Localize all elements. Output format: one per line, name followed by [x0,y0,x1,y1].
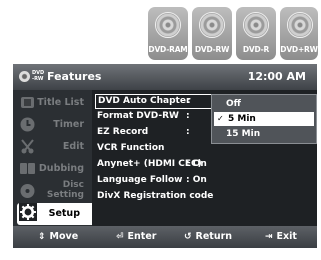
sidebar-item-label: Timer [53,119,84,130]
option-label: 5 Min [228,114,256,124]
dvd-r-badge: DVD-R [236,7,276,60]
menu-row-sep: : [186,175,190,185]
exit-icon: ⇥ [265,232,273,242]
move-hint: ⇕ Move [38,231,78,242]
sidebar-item-label: Dubbing [38,163,84,174]
sidebar-item-setup[interactable]: Setup [17,203,92,225]
menu-row-divx-registration[interactable]: DivX Registration code [97,190,213,203]
disc-icon [155,12,181,38]
menu-row-label: Anynet+ (HDMI CEC) [97,159,202,169]
disc-icon [287,12,313,38]
badge-label: DVD+RW [280,45,318,54]
disc-icon [243,12,269,38]
menu-row-sep: : [186,111,190,121]
badge-label: DVD-RAM [148,45,188,54]
disc-setting-icon [20,184,35,198]
menu-row-format-dvd-rw[interactable]: Format DVD-RW: [97,110,190,123]
supported-disc-badges: DVD-RAM DVD-RW DVD-R DVD+RW [0,0,321,64]
disc-icon [19,71,30,82]
disc-icon [199,12,225,38]
menu-row-label: EZ Record [97,127,149,137]
sidebar-item-disc-setting[interactable]: Disc Setting [13,180,92,202]
badge-label: DVD-RW [194,45,230,54]
sidebar-item-title-list[interactable]: Title List [13,92,92,114]
enter-hint: ⏎ Enter [116,231,156,242]
exit-label: Exit [276,231,297,242]
exit-hint: ⇥ Exit [265,231,297,242]
enter-label: Enter [127,231,157,242]
menu-row-vcr-function[interactable]: VCR Function [97,142,186,155]
sidebar-item-label: Disc Setting [47,180,84,200]
move-label: Move [49,231,79,242]
scissors-icon [21,139,34,154]
return-hint: ↺ Return [184,231,232,242]
badge-label: DVD-R [242,45,270,54]
sidebar-item-label-line1: Disc [62,180,84,190]
dvd-plus-rw-badge: DVD+RW [280,7,318,60]
sidebar-item-dubbing[interactable]: Dubbing [13,158,92,180]
dubbing-icon [20,163,35,174]
menu-row-value: On [192,175,207,185]
osd-panel: DVD -RW Features 12:00 AM Title List Time… [13,64,317,248]
dvd-ram-badge: DVD-RAM [148,7,188,60]
check-icon: ✓ [217,114,224,123]
clock: 12:00 AM [247,70,306,83]
dropdown-option-off[interactable]: Off [212,97,316,111]
dropdown-option-5-min[interactable]: ✓ 5 Min [214,112,314,126]
menu-row-ez-record[interactable]: EZ Record: [97,126,190,139]
sidebar-item-timer[interactable]: Timer [13,114,92,136]
menu-row-anynet[interactable]: Anynet+ (HDMI CEC): On [97,158,207,171]
up-down-arrows-icon: ⇕ [38,232,46,242]
menu-row-label: VCR Function [97,143,165,153]
disc-type-badge: DVD -RW [32,70,45,82]
return-label: Return [195,231,233,242]
sidebar: Title List Timer Edit Dubbing Disc Settin… [13,90,92,226]
sidebar-item-label: Setup [48,208,80,219]
title-list-icon [21,97,34,108]
sidebar-item-edit[interactable]: Edit [13,136,92,158]
sidebar-item-label: Edit [62,141,84,152]
enter-icon: ⏎ [116,232,124,242]
menu-row-language-follow[interactable]: Language Follow: On [97,174,207,187]
return-icon: ↺ [184,232,192,242]
menu-row-sep: : [187,96,191,106]
gear-icon [19,203,37,221]
dropdown-option-15-min[interactable]: 15 Min [212,127,316,141]
button-guide-bar: ⇕ Move ⏎ Enter ↺ Return ⇥ Exit [13,226,317,248]
menu-row-label: DivX Registration code [97,191,214,201]
menu-row-sep: : [186,159,190,169]
menu-row-label: Language Follow [97,175,183,185]
menu-row-sep: : [186,127,190,137]
option-label: Off [226,99,241,109]
page-title: Features [47,70,102,83]
menu-row-label: Format DVD-RW [97,111,179,121]
menu-row-label: DVD Auto Chapter [98,96,191,106]
option-label: 15 Min [226,129,261,139]
timer-icon [20,117,35,132]
sidebar-item-label-line2: Setting [46,190,84,200]
dvd-rw-badge: DVD-RW [192,7,232,60]
setup-menu: DVD Auto Chapter: Format DVD-RW: EZ Reco… [92,90,317,226]
menu-row-value: On [192,159,207,169]
auto-chapter-dropdown: Off ✓ 5 Min 15 Min [211,94,317,144]
sidebar-item-label: Title List [37,97,84,108]
title-bar: DVD -RW Features 12:00 AM [13,64,317,90]
